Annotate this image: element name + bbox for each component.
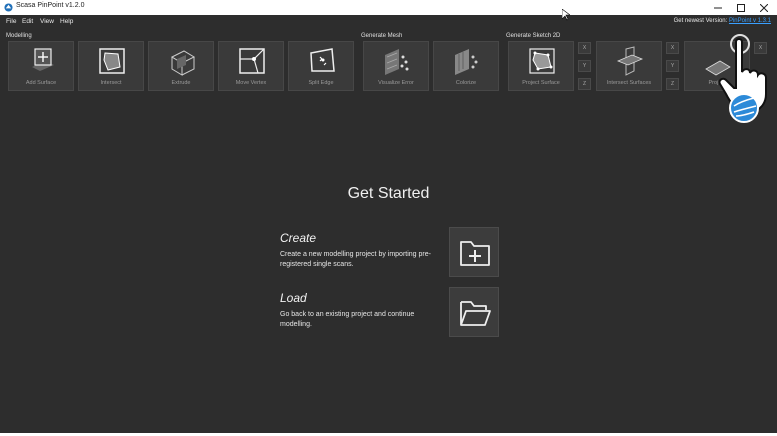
mouse-cursor-icon <box>562 9 570 21</box>
close-button[interactable] <box>751 0 777 15</box>
tool-project-surface[interactable]: Project Surface <box>508 41 574 91</box>
update-link[interactable]: PinPoint v 1.3.1 <box>729 18 771 24</box>
visualize-error-icon <box>385 49 409 75</box>
tool-label: Extrude <box>171 80 191 86</box>
tool-intersect-surfaces[interactable]: Intersect Surfaces <box>596 41 662 91</box>
add-surface-icon <box>32 48 54 71</box>
minimize-icon <box>714 7 722 8</box>
tool-label: Move Vertex <box>235 80 267 86</box>
intersect-surfaces-icon <box>616 46 644 76</box>
load-title: Load <box>280 291 307 305</box>
axis-z-button[interactable]: Z <box>666 78 679 90</box>
create-title: Create <box>280 231 317 245</box>
menu-edit[interactable]: Edit <box>22 18 33 25</box>
move-vertex-icon <box>239 48 265 74</box>
axis-y-button[interactable]: Y <box>666 60 679 72</box>
tool-extrude[interactable]: Extrude <box>148 41 214 91</box>
load-description: Go back to an existing project and conti… <box>280 311 415 328</box>
tool-move-vertex[interactable]: Move Vertex <box>218 41 284 91</box>
colorize-icon <box>455 49 478 75</box>
tool-label: Project Surface <box>522 80 560 86</box>
menu-file[interactable]: File <box>6 18 16 25</box>
project-surface-icon <box>529 48 555 74</box>
axis-y-button[interactable]: Y <box>578 60 591 72</box>
tool-colorize[interactable]: Colorize <box>433 41 499 91</box>
tool-label: Visualize Error <box>378 80 414 86</box>
page-heading: Get Started <box>347 185 430 202</box>
app-logo-icon <box>4 3 13 12</box>
menu-help[interactable]: Help <box>60 18 73 25</box>
tool-split-edge[interactable]: Split Edge <box>288 41 354 91</box>
folder-plus-icon <box>460 241 490 266</box>
tool-label: Intersect Surfaces <box>606 80 652 86</box>
split-edge-icon <box>310 48 335 72</box>
menu-view[interactable]: View <box>40 18 54 25</box>
menu-bar: File Edit View Help Get newest Version: … <box>0 15 777 28</box>
axis-x-button[interactable]: X <box>578 42 591 54</box>
tool-intersect[interactable]: Intersect <box>78 41 144 91</box>
tool-label: Colorize <box>455 80 477 86</box>
tool-label: Split Edge <box>308 80 334 86</box>
section-label-generate-sketch: Generate Sketch 2D <box>506 33 561 39</box>
axis-z-button[interactable]: Z <box>578 78 591 90</box>
tap-hand-icon <box>718 34 767 123</box>
title-bar: Scasa PinPoint v1.2.0 <box>0 0 777 15</box>
window-title: Scasa PinPoint v1.2.0 <box>16 2 85 9</box>
create-project-button[interactable] <box>449 227 499 277</box>
maximize-icon <box>737 3 745 12</box>
close-icon <box>760 3 768 12</box>
tool-label: Add Surface <box>25 80 57 86</box>
extrude-icon <box>170 50 196 76</box>
axis-x-button[interactable]: X <box>666 42 679 54</box>
load-project-button[interactable] <box>449 287 499 337</box>
folder-open-icon <box>460 301 491 326</box>
section-label-modelling: Modelling <box>6 33 32 39</box>
intersect-icon <box>99 48 125 74</box>
section-label-generate-mesh: Generate Mesh <box>361 33 403 39</box>
tool-add-surface[interactable]: Add Surface <box>8 41 74 91</box>
create-description: Create a new modelling project by import… <box>280 251 431 268</box>
update-notice: Get newest Version: PinPoint v 1.3.1 <box>674 18 771 24</box>
update-notice-text: Get newest Version: <box>673 18 729 24</box>
tool-visualize-error[interactable]: Visualize Error <box>363 41 429 91</box>
tool-label: Intersect <box>100 80 122 86</box>
